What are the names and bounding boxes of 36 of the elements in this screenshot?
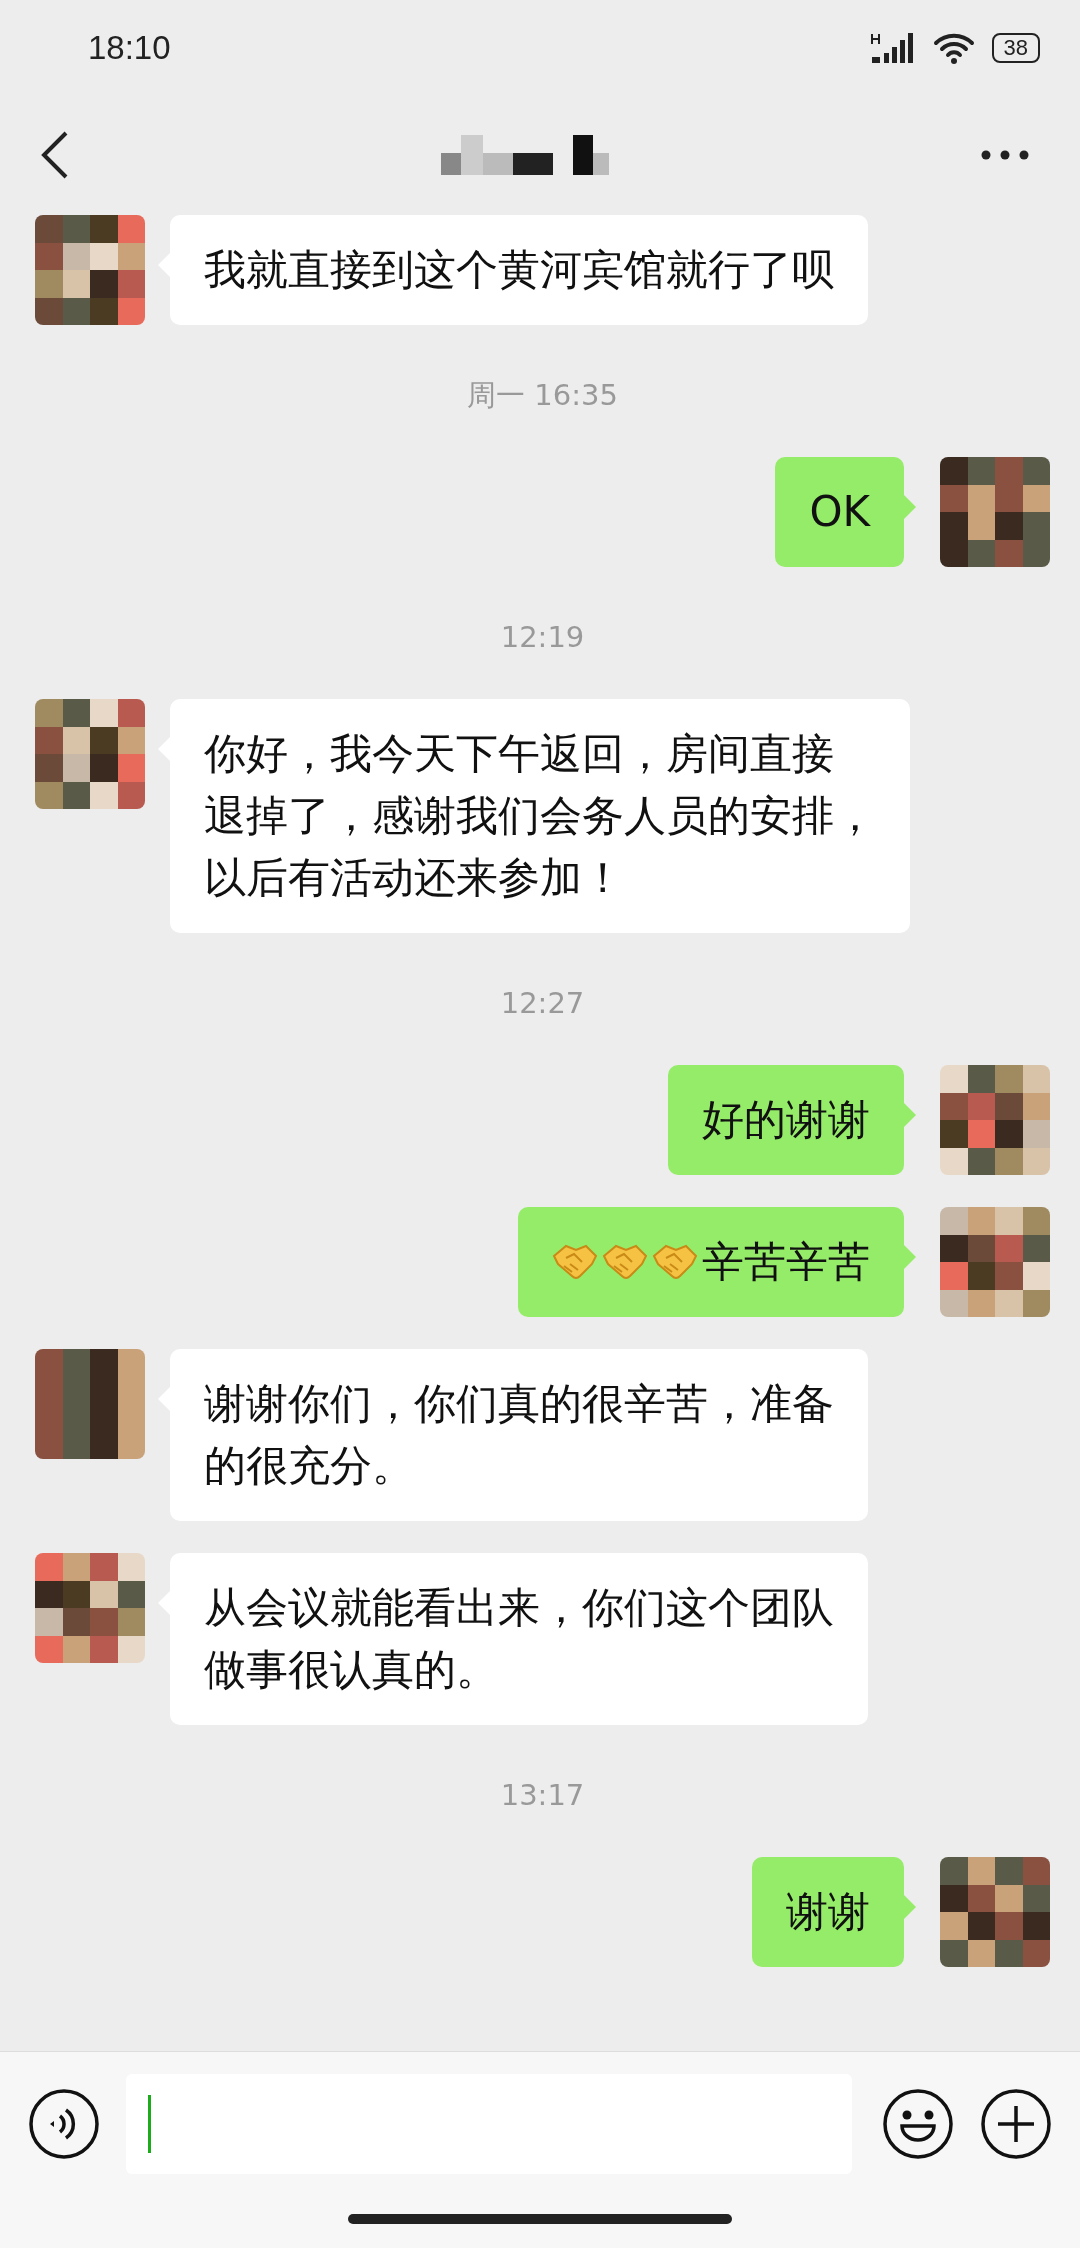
- message-bubble[interactable]: 谢谢你们，你们真的很辛苦，准备 的很充分。: [170, 1349, 868, 1521]
- message-timestamp: 13:17: [500, 1777, 585, 1814]
- avatar-placeholder[interactable]: [940, 1207, 1050, 1317]
- message-bubble[interactable]: 你好，我今天下午返回，房间直接 退掉了，感谢我们会务人员的安排， 以后有活动还来参加！: [170, 699, 910, 933]
- avatar-placeholder[interactable]: [940, 457, 1050, 567]
- back-icon[interactable]: [40, 130, 70, 180]
- avatar-placeholder[interactable]: [940, 1857, 1050, 1967]
- emoji-icon[interactable]: [882, 2088, 954, 2160]
- bubble-tail: [904, 1895, 916, 1919]
- signal-icon: [869, 30, 916, 65]
- message-bubble[interactable]: 好的谢谢: [668, 1065, 904, 1175]
- avatar-placeholder[interactable]: [35, 215, 145, 325]
- avatar-placeholder[interactable]: [35, 699, 145, 809]
- message-timestamp: 周一 16:35: [467, 377, 618, 414]
- message-bubble[interactable]: OK: [775, 457, 904, 567]
- bubble-tail: [904, 1245, 916, 1269]
- avatar-placeholder[interactable]: [35, 1349, 145, 1459]
- status-time: 18:10: [88, 28, 171, 67]
- message-bubble[interactable]: 谢谢: [752, 1857, 904, 1967]
- bubble-tail: [904, 1103, 916, 1127]
- message-bubble[interactable]: 我就直接到这个黄河宾馆就行了呗: [170, 215, 868, 325]
- message-bubble[interactable]: 从会议就能看出来，你们这个团队 做事很认真的。: [170, 1553, 868, 1725]
- more-icon[interactable]: [980, 149, 1030, 161]
- handshake-icon: [652, 1242, 698, 1282]
- message-input-field[interactable]: [126, 2074, 852, 2174]
- avatar-placeholder[interactable]: [35, 1553, 145, 1663]
- handshake-icon: [602, 1242, 648, 1282]
- message-timestamp: 12:27: [500, 985, 585, 1022]
- handshake-icon: [552, 1242, 598, 1282]
- avatar-placeholder[interactable]: [940, 1065, 1050, 1175]
- voice-icon[interactable]: [28, 2088, 100, 2160]
- message-bubble[interactable]: 辛苦辛苦: [518, 1207, 904, 1317]
- add-icon[interactable]: [980, 2088, 1052, 2160]
- bubble-tail: [904, 495, 916, 519]
- battery-indicator: 38: [991, 32, 1040, 63]
- message-timestamp: 12:19: [500, 619, 585, 656]
